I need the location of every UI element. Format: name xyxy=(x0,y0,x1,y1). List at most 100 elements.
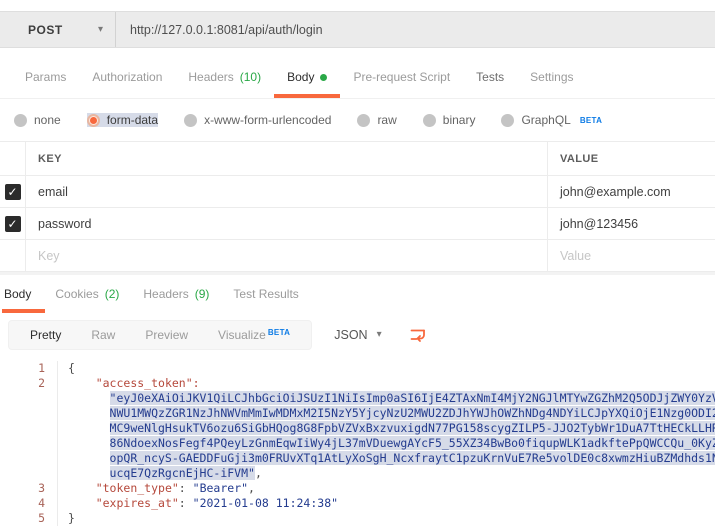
line-number xyxy=(0,451,45,466)
line-number xyxy=(0,466,45,481)
table-header-row: KEY VALUE xyxy=(0,142,715,176)
chevron-down-icon: ▾ xyxy=(98,24,103,35)
radio-icon xyxy=(184,114,197,127)
radio-icon xyxy=(423,114,436,127)
code-text: NWU1MWQzZGR1NzJhNWVmMmIwMDMxM2I5NzY5Yjcy… xyxy=(57,406,715,421)
tab-headers[interactable]: Headers(10) xyxy=(175,70,274,98)
code-line: 1{ xyxy=(0,361,715,376)
line-number xyxy=(0,436,45,451)
table-row-password: ✓ password john@123456 xyxy=(0,208,715,240)
email-value-cell[interactable]: john@example.com xyxy=(548,176,715,207)
email-key-cell[interactable]: email xyxy=(26,176,548,207)
postman-window: POST ▾ http://127.0.0.1:8081/api/auth/lo… xyxy=(0,0,715,531)
code-line: 2 "access_token": xyxy=(0,376,715,391)
response-tab-test-results[interactable]: Test Results xyxy=(223,287,312,313)
value-column-header: VALUE xyxy=(560,153,598,165)
tab-settings[interactable]: Settings xyxy=(517,70,586,98)
line-number: 3 xyxy=(0,481,45,496)
response-json-viewer: 1{2 "access_token": "eyJ0eXAiOiJKV1QiLCJ… xyxy=(0,356,715,531)
line-number: 1 xyxy=(0,361,45,376)
table-row-empty: Key Value xyxy=(0,240,715,272)
line-number xyxy=(0,421,45,436)
radio-form-data[interactable]: form-data xyxy=(87,113,158,127)
password-value-cell[interactable]: john@123456 xyxy=(548,208,715,239)
line-number: 2 xyxy=(0,376,45,391)
headers-count-badge: (10) xyxy=(240,70,261,84)
code-text: { xyxy=(57,361,715,376)
email-checkbox[interactable]: ✓ xyxy=(5,184,21,200)
key-column-header: KEY xyxy=(38,153,62,165)
wrap-lines-button[interactable] xyxy=(406,323,430,347)
response-tabs: Body Cookies(2) Headers(9) Test Results xyxy=(0,272,715,313)
code-text: "eyJ0eXAiOiJKV1QiLCJhbGciOiJSUzI1NiIsImp… xyxy=(57,391,715,406)
graphql-beta-badge: BETA xyxy=(580,116,602,125)
radio-graphql[interactable]: GraphQLBETA xyxy=(501,113,602,127)
response-headers-count-badge: (9) xyxy=(195,287,210,301)
url-bar: POST ▾ http://127.0.0.1:8081/api/auth/lo… xyxy=(0,11,715,48)
code-line: 3 "token_type": "Bearer", xyxy=(0,481,715,496)
code-text: opQR_ncyS-GAEDDFuGji3m0FRUvXTq1AtLyXoSgH… xyxy=(57,451,715,466)
checkbox-column-header xyxy=(0,142,26,175)
code-text: "expires_at": "2021-01-08 11:24:38" xyxy=(57,496,715,511)
method-select[interactable]: POST ▾ xyxy=(0,12,116,47)
key-placeholder-cell[interactable]: Key xyxy=(26,240,548,271)
wrap-lines-icon xyxy=(409,326,427,344)
code-text: ucqE7QzRgcnEjHC-iFVM", xyxy=(57,466,715,481)
line-number: 4 xyxy=(0,496,45,511)
table-row-email: ✓ email john@example.com xyxy=(0,176,715,208)
code-line: NWU1MWQzZGR1NzJhNWVmMmIwMDMxM2I5NzY5Yjcy… xyxy=(0,406,715,421)
line-number xyxy=(0,406,45,421)
response-tab-cookies[interactable]: Cookies(2) xyxy=(45,287,133,313)
radio-none[interactable]: none xyxy=(14,113,61,127)
value-placeholder-cell[interactable]: Value xyxy=(548,240,715,271)
top-gap xyxy=(0,0,715,11)
code-line: MC9weNlgHsukTV6ozu6SiGbHQog8G8FpbVZVxBxz… xyxy=(0,421,715,436)
chevron-down-icon: ▾ xyxy=(377,329,382,340)
language-dropdown[interactable]: JSON ▾ xyxy=(334,328,381,342)
radio-icon xyxy=(14,114,27,127)
response-view-bar: Pretty Raw Preview VisualizeBETA JSON ▾ xyxy=(0,313,715,356)
view-raw[interactable]: Raw xyxy=(76,328,130,342)
view-preview[interactable]: Preview xyxy=(130,328,203,342)
body-type-selector: none form-data x-www-form-urlencoded raw… xyxy=(0,99,715,141)
code-text: } xyxy=(57,511,715,526)
radio-x-www-form-urlencoded[interactable]: x-www-form-urlencoded xyxy=(184,113,331,127)
tab-body[interactable]: Body xyxy=(274,70,340,98)
radio-icon xyxy=(357,114,370,127)
code-text: "token_type": "Bearer", xyxy=(57,481,715,496)
code-line: 4 "expires_at": "2021-01-08 11:24:38" xyxy=(0,496,715,511)
visualize-beta-badge: BETA xyxy=(268,328,290,337)
tab-tests[interactable]: Tests xyxy=(463,70,517,98)
response-tab-headers[interactable]: Headers(9) xyxy=(133,287,223,313)
view-mode-segmented-control: Pretty Raw Preview VisualizeBETA xyxy=(8,320,312,350)
view-pretty[interactable]: Pretty xyxy=(15,328,76,342)
radio-icon xyxy=(501,114,514,127)
radio-selected-icon xyxy=(87,114,100,127)
request-tabs: Params Authorization Headers(10) Body Pr… xyxy=(0,48,715,99)
method-label: POST xyxy=(28,23,98,37)
empty-checkbox-cell xyxy=(0,240,26,271)
language-label: JSON xyxy=(334,328,367,342)
code-line: 5} xyxy=(0,511,715,526)
tab-params[interactable]: Params xyxy=(12,70,79,98)
url-input[interactable]: http://127.0.0.1:8081/api/auth/login xyxy=(116,12,715,47)
password-key-cell[interactable]: password xyxy=(26,208,548,239)
response-tab-body[interactable]: Body xyxy=(2,287,45,313)
cookies-count-badge: (2) xyxy=(105,287,120,301)
tab-pre-request-script[interactable]: Pre-request Script xyxy=(340,70,463,98)
code-text: MC9weNlgHsukTV6ozu6SiGbHQog8G8FpbVZVxBxz… xyxy=(57,421,715,436)
code-line: ucqE7QzRgcnEjHC-iFVM", xyxy=(0,466,715,481)
radio-binary[interactable]: binary xyxy=(423,113,476,127)
code-text: 86NdoexNosFegf4PQeyLzGnmEqwIiWy4jL37mVDu… xyxy=(57,436,715,451)
code-line: opQR_ncyS-GAEDDFuGji3m0FRUvXTq1AtLyXoSgH… xyxy=(0,451,715,466)
password-checkbox[interactable]: ✓ xyxy=(5,216,21,232)
tab-authorization[interactable]: Authorization xyxy=(79,70,175,98)
line-number xyxy=(0,391,45,406)
code-line: 86NdoexNosFegf4PQeyLzGnmEqwIiWy4jL37mVDu… xyxy=(0,436,715,451)
view-visualize[interactable]: VisualizeBETA xyxy=(203,328,305,342)
body-green-dot-icon xyxy=(320,74,327,81)
line-number: 5 xyxy=(0,511,45,526)
code-line: "eyJ0eXAiOiJKV1QiLCJhbGciOiJSUzI1NiIsImp… xyxy=(0,391,715,406)
code-text: "access_token": xyxy=(57,376,715,391)
radio-raw[interactable]: raw xyxy=(357,113,396,127)
